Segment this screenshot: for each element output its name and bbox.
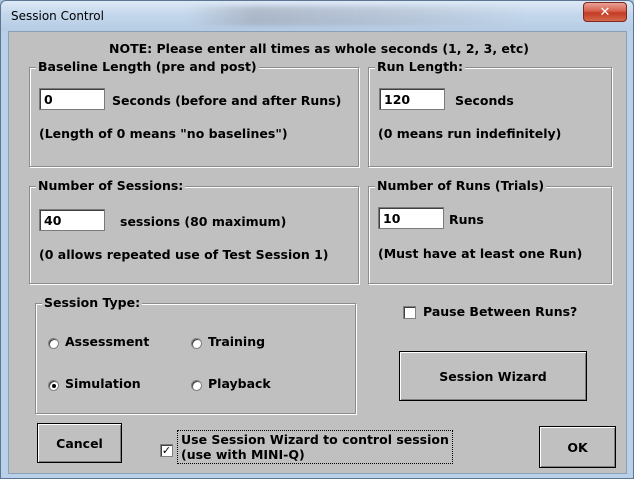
cancel-button[interactable]: Cancel: [37, 423, 122, 463]
run-length-legend: Run Length:: [375, 59, 465, 74]
simulation-label[interactable]: Simulation: [65, 376, 141, 391]
session-control-window: Session Control ✕ NOTE: Please enter all…: [0, 0, 634, 479]
checkmark-icon: ✓: [161, 444, 172, 457]
number-of-sessions-group: Number of Sessions: 40 sessions (80 maxi…: [29, 178, 359, 284]
number-of-sessions-legend: Number of Sessions:: [36, 178, 186, 193]
run-length-units-label: Seconds: [455, 93, 514, 108]
baseline-hint-label: (Length of 0 means "no baselines"): [39, 126, 288, 141]
simulation-radio[interactable]: [48, 380, 59, 391]
sessions-hint-label: (0 allows repeated use of Test Session 1…: [39, 247, 329, 262]
training-label[interactable]: Training: [208, 334, 265, 349]
radio-selected-dot: [52, 384, 56, 388]
number-of-runs-legend: Number of Runs (Trials): [375, 178, 547, 193]
session-wizard-button[interactable]: Session Wizard: [399, 351, 587, 401]
use-session-wizard-label-line2: (use with MINI-Q): [181, 447, 305, 462]
session-type-group: Session Type: Assessment Training Simula…: [35, 295, 356, 414]
number-of-runs-group: Number of Runs (Trials) 10 Runs (Must ha…: [368, 178, 612, 284]
baseline-length-legend: Baseline Length (pre and post): [36, 59, 259, 74]
window-title: Session Control: [11, 9, 104, 23]
close-button[interactable]: ✕: [583, 2, 627, 22]
baseline-length-group: Baseline Length (pre and post) 0 Seconds…: [29, 59, 359, 167]
use-session-wizard-label-line1: Use Session Wizard to control session: [181, 432, 449, 447]
title-bar[interactable]: Session Control ✕: [1, 1, 633, 31]
pause-between-runs-checkbox[interactable]: [403, 306, 416, 319]
runs-units-label: Runs: [449, 212, 484, 227]
assessment-label[interactable]: Assessment: [65, 334, 149, 349]
training-radio[interactable]: [191, 338, 202, 349]
baseline-length-input[interactable]: 0: [39, 88, 105, 110]
run-length-input[interactable]: 120: [379, 88, 445, 110]
ok-button[interactable]: OK: [539, 426, 616, 468]
playback-radio[interactable]: [191, 380, 202, 391]
runs-hint-label: (Must have at least one Run): [378, 246, 583, 261]
close-icon: ✕: [599, 4, 611, 20]
run-length-hint-label: (0 means run indefinitely): [378, 126, 562, 141]
baseline-units-label: Seconds (before and after Runs): [112, 93, 342, 108]
pause-between-runs-label[interactable]: Pause Between Runs?: [423, 304, 577, 319]
use-session-wizard-label[interactable]: Use Session Wizard to control session (u…: [177, 430, 453, 464]
run-length-group: Run Length: 120 Seconds (0 means run ind…: [368, 59, 612, 167]
sessions-units-label: sessions (80 maximum): [120, 214, 287, 229]
dialog-client-area: NOTE: Please enter all times as whole se…: [8, 31, 627, 474]
assessment-radio[interactable]: [48, 338, 59, 349]
playback-label[interactable]: Playback: [208, 376, 271, 391]
use-session-wizard-checkbox[interactable]: ✓: [160, 444, 173, 457]
number-of-runs-input[interactable]: 10: [378, 207, 444, 229]
session-type-legend: Session Type:: [42, 295, 143, 310]
number-of-sessions-input[interactable]: 40: [39, 209, 105, 231]
note-text: NOTE: Please enter all times as whole se…: [109, 41, 530, 56]
blurred-background-text: [186, 6, 526, 26]
